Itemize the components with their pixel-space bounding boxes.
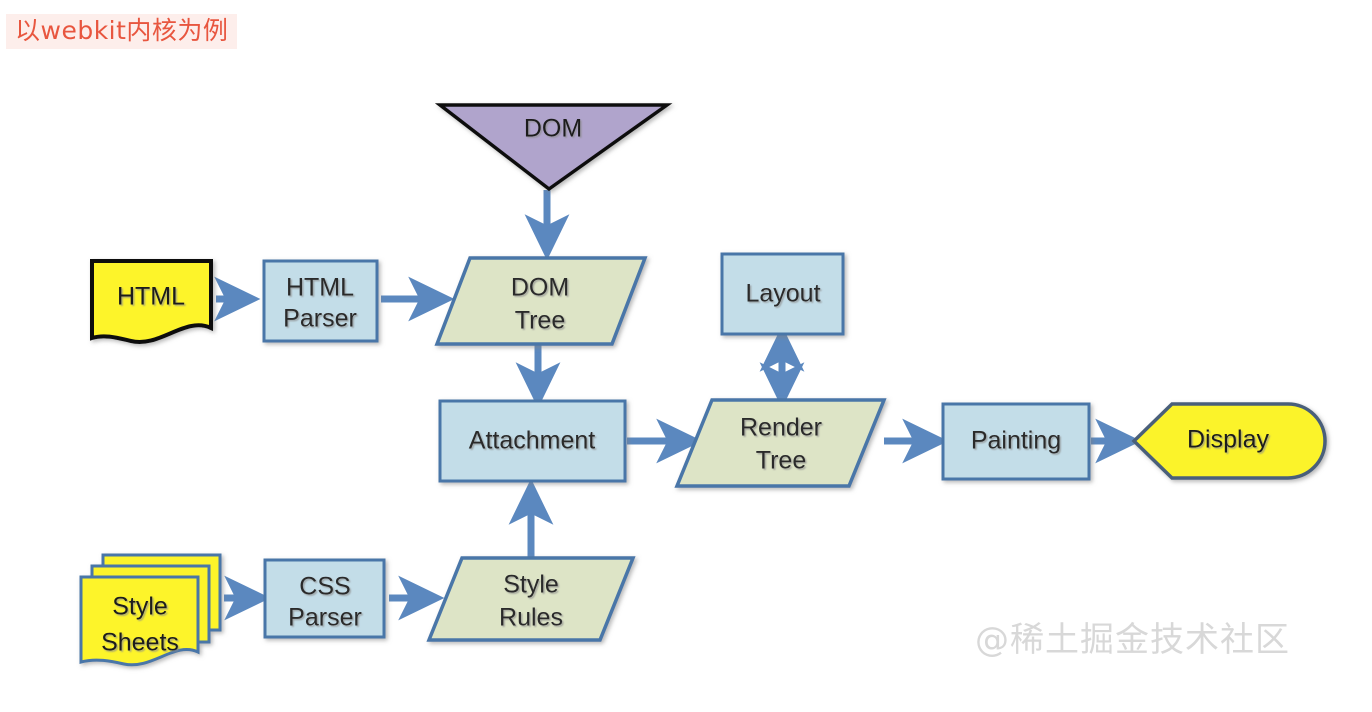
style-rules-label-line1: Style (503, 571, 559, 599)
flowchart-svg: DOM HTML HTML Parser DOM Tree Layout Att… (79, 103, 1327, 667)
dom-tree-label-line1: DOM (511, 274, 569, 302)
html-parser-label-line2: Parser (283, 305, 357, 333)
style-rules-label-line2: Rules (499, 604, 563, 632)
style-sheets-label-line1: Style (112, 593, 168, 621)
layout-label: Layout (745, 280, 820, 308)
css-parser-label-line2: Parser (288, 604, 362, 632)
html-parser-label-line1: HTML (286, 274, 354, 302)
edges-layer (214, 190, 1142, 621)
html-source-label: HTML (117, 283, 185, 311)
painting-label: Painting (971, 427, 1061, 455)
dom-tree-label-line2: Tree (515, 307, 565, 335)
diagram-canvas: 以webkit内核为例 DOM HTML HTML Parser DOM Tre… (0, 0, 1372, 712)
render-tree-label-line1: Render (740, 414, 822, 442)
dom-label: DOM (524, 115, 582, 143)
render-tree-label-line2: Tree (756, 447, 806, 475)
display-label: Display (1187, 426, 1269, 454)
attachment-label: Attachment (469, 427, 596, 455)
css-parser-label-line1: CSS (299, 573, 350, 601)
style-sheets-label-line2: Sheets (101, 629, 179, 657)
watermark: @稀土掘金技术社区 (975, 620, 1290, 660)
